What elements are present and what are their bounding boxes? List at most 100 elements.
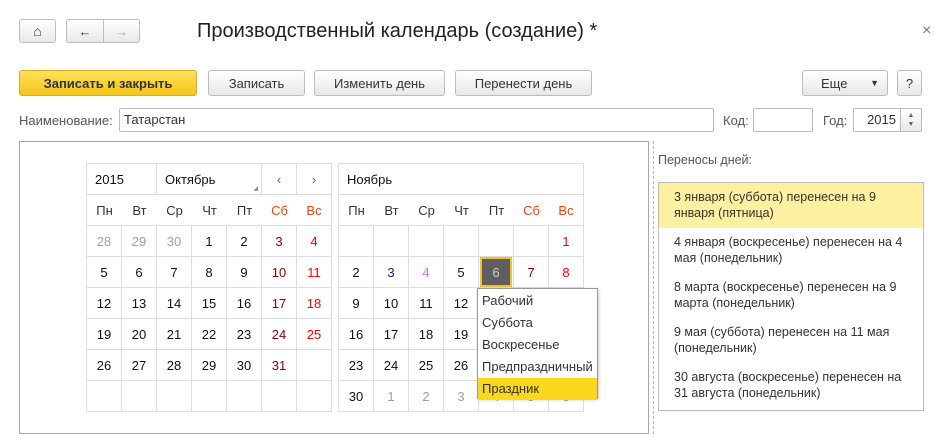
day-cell[interactable]: 2 (409, 381, 444, 412)
day-cell[interactable]: 5 (87, 257, 122, 288)
day-cell[interactable]: 1 (374, 381, 409, 412)
day-cell[interactable]: 24 (262, 319, 297, 350)
transfer-item[interactable]: 8 марта (воскресенье) перенесен на 9 мар… (659, 273, 923, 318)
day-cell[interactable]: 10 (262, 257, 297, 288)
day-cell[interactable]: 7 (157, 257, 192, 288)
day-cell[interactable]: 27 (122, 350, 157, 381)
day-cell[interactable]: 12 (444, 288, 479, 319)
day-cell[interactable]: 6 (479, 257, 514, 288)
day-cell[interactable]: 9 (227, 257, 262, 288)
day-cell[interactable]: 28 (157, 350, 192, 381)
home-button[interactable]: ⌂ (19, 19, 56, 43)
day-cell[interactable]: 15 (192, 288, 227, 319)
help-button[interactable]: ? (897, 70, 922, 96)
day-cell[interactable]: 19 (444, 319, 479, 350)
menu-item[interactable]: Праздник (478, 378, 597, 400)
weekday-header: Вт (122, 195, 157, 226)
day-cell[interactable]: 7 (514, 257, 549, 288)
day-cell[interactable]: 1 (192, 226, 227, 257)
day-cell[interactable]: 3 (374, 257, 409, 288)
day-cell[interactable]: 18 (297, 288, 332, 319)
transfer-item[interactable]: 30 августа (воскресенье) перенесен на 31… (659, 363, 923, 408)
day-cell[interactable]: 8 (549, 257, 584, 288)
day-number: 16 (236, 295, 252, 311)
week-row: 26 27 28 29 30 31 (87, 350, 332, 381)
day-cell[interactable]: 30 (157, 226, 192, 257)
transfer-item[interactable]: 9 мая (суббота) перенесен на 11 мая (пон… (659, 318, 923, 363)
menu-item[interactable]: Суббота (478, 312, 597, 334)
day-cell (409, 226, 444, 257)
day-cell[interactable]: 29 (192, 350, 227, 381)
day-cell[interactable]: 11 (409, 288, 444, 319)
day-cell[interactable]: 4 (297, 226, 332, 257)
menu-item[interactable]: Рабочий (478, 290, 597, 312)
day-cell[interactable]: 22 (192, 319, 227, 350)
day-cell[interactable]: 3 (444, 381, 479, 412)
day-cell[interactable]: 5 (444, 257, 479, 288)
save-and-close-button[interactable]: Записать и закрыть (19, 70, 197, 96)
menu-item[interactable]: Предпраздничный (478, 356, 597, 378)
day-cell[interactable]: 30 (339, 381, 374, 412)
forward-button[interactable]: → (103, 19, 140, 43)
day-number: 9 (240, 264, 248, 280)
day-cell[interactable]: 25 (297, 319, 332, 350)
weekday-row: Пн Вт Ср Чт Пт Сб Вс (87, 195, 332, 226)
day-cell[interactable]: 12 (87, 288, 122, 319)
day-cell[interactable]: 18 (409, 319, 444, 350)
day-cell[interactable]: 16 (227, 288, 262, 319)
menu-item[interactable]: Воскресенье (478, 334, 597, 356)
day-cell[interactable]: 31 (262, 350, 297, 381)
day-cell[interactable]: 23 (227, 319, 262, 350)
day-cell[interactable]: 6 (122, 257, 157, 288)
back-button[interactable]: ← (66, 19, 104, 43)
day-cell[interactable]: 16 (339, 319, 374, 350)
day-cell[interactable]: 11 (297, 257, 332, 288)
day-cell[interactable]: 26 (444, 350, 479, 381)
year-field[interactable]: 2015 (87, 164, 157, 195)
day-cell[interactable]: 19 (87, 319, 122, 350)
year-input[interactable]: 2015 (853, 108, 901, 132)
day-cell[interactable]: 23 (339, 350, 374, 381)
day-cell[interactable]: 2 (339, 257, 374, 288)
day-cell[interactable]: 3 (262, 226, 297, 257)
day-cell[interactable]: 28 (87, 226, 122, 257)
day-number: 2 (240, 233, 248, 249)
day-cell[interactable]: 1 (549, 226, 584, 257)
day-cell[interactable]: 8 (192, 257, 227, 288)
move-day-button[interactable]: Перенести день (455, 70, 592, 96)
code-input[interactable] (753, 108, 813, 132)
change-day-button[interactable]: Изменить день (314, 70, 445, 96)
selected-day[interactable]: 6 (480, 257, 512, 287)
day-cell[interactable]: 17 (374, 319, 409, 350)
transfers-list[interactable]: 3 января (суббота) перенесен на 9 января… (658, 182, 924, 411)
day-number: 1 (205, 233, 213, 249)
day-cell[interactable]: 4 (409, 257, 444, 288)
day-cell[interactable]: 17 (262, 288, 297, 319)
save-button[interactable]: Записать (208, 70, 305, 96)
name-input[interactable]: Татарстан (119, 108, 714, 132)
day-cell[interactable]: 14 (157, 288, 192, 319)
day-cell[interactable]: 26 (87, 350, 122, 381)
day-cell[interactable]: 20 (122, 319, 157, 350)
day-cell[interactable]: 2 (227, 226, 262, 257)
day-cell[interactable]: 30 (227, 350, 262, 381)
transfer-item[interactable]: 4 января (воскресенье) перенесен на 4 ма… (659, 228, 923, 273)
prev-month-button[interactable]: ‹ (262, 164, 297, 195)
day-cell[interactable]: 10 (374, 288, 409, 319)
day-cell (374, 226, 409, 257)
day-cell[interactable]: 9 (339, 288, 374, 319)
transfer-item[interactable]: 3 января (суббота) перенесен на 9 января… (659, 183, 923, 228)
day-cell[interactable]: 13 (122, 288, 157, 319)
year-stepper[interactable]: ▲ ▼ (900, 108, 922, 132)
day-cell (339, 226, 374, 257)
day-cell[interactable]: 21 (157, 319, 192, 350)
more-button[interactable]: Еще ▼ (802, 70, 888, 96)
next-month-button[interactable]: › (297, 164, 332, 195)
day-cell[interactable]: 29 (122, 226, 157, 257)
close-icon[interactable]: × (922, 22, 931, 40)
day-cell[interactable]: 24 (374, 350, 409, 381)
day-number: 12 (453, 295, 469, 311)
month-select[interactable]: Октябрь ◢ (157, 164, 262, 195)
day-number: 13 (131, 295, 147, 311)
day-cell[interactable]: 25 (409, 350, 444, 381)
